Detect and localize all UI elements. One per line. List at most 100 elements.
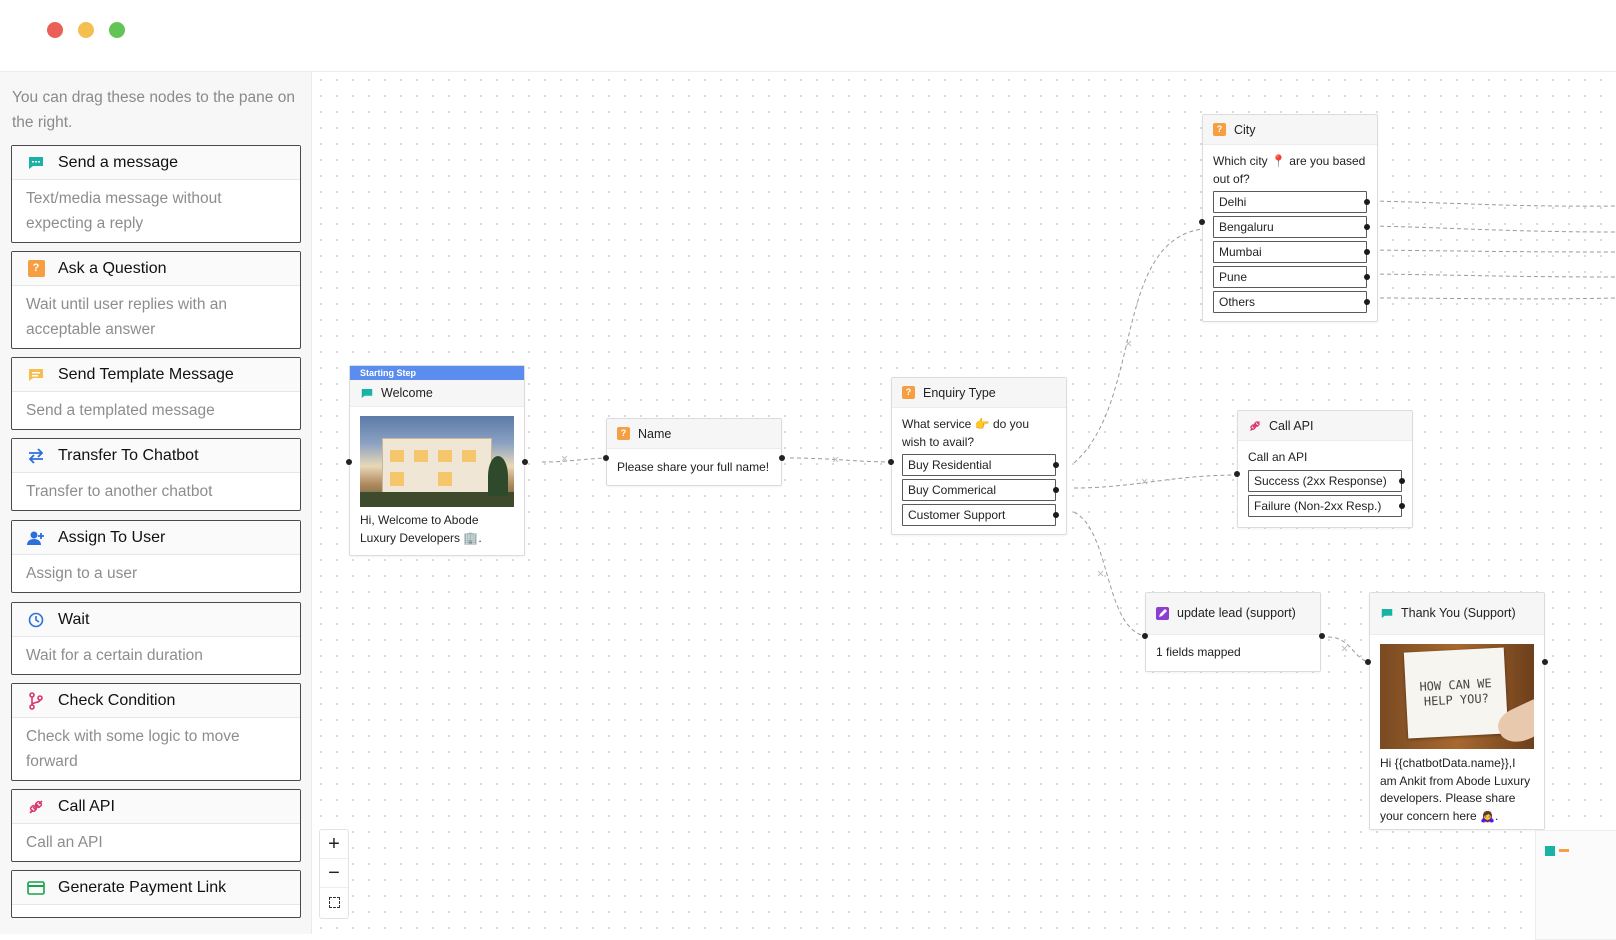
node-welcome[interactable]: Starting Step Welcome Hi, Welcome to Abo… [349, 365, 525, 556]
help-image-text: HOW CAN WE HELP YOU? [1403, 647, 1509, 739]
node-question: Which city 📍 are you based out of? [1213, 154, 1366, 186]
node-title: Enquiry Type [923, 385, 996, 400]
palette-send-message[interactable]: Send a message Text/media message withou… [11, 145, 301, 243]
option-mumbai[interactable]: Mumbai [1213, 241, 1370, 263]
option-handle[interactable] [1053, 462, 1059, 468]
palette-assign-user[interactable]: Assign To User Assign to a user [11, 520, 301, 593]
name-out-handle[interactable] [779, 455, 785, 461]
branch-icon [26, 691, 46, 711]
palette-item-desc: Transfer to another chatbot [26, 483, 213, 500]
palette-check-condition[interactable]: Check Condition Check with some logic to… [11, 683, 301, 781]
node-city[interactable]: ? City Which city 📍 are you based out of?… [1202, 114, 1378, 322]
node-title: Thank You (Support) [1401, 606, 1516, 620]
option-delhi[interactable]: Delhi [1213, 191, 1370, 213]
option-handle[interactable] [1053, 487, 1059, 493]
name-in-handle[interactable] [603, 455, 609, 461]
callapi-in-handle[interactable] [1234, 471, 1240, 477]
thankyou-in-handle[interactable] [1365, 659, 1371, 665]
edge-name-enquiry [789, 457, 898, 463]
edge-commercial-callapi [1073, 474, 1239, 489]
palette-wait[interactable]: Wait Wait for a certain duration [11, 602, 301, 675]
card-icon [26, 878, 46, 898]
enquiry-in-handle[interactable] [888, 459, 894, 465]
palette-item-desc: Wait until user replies with an acceptab… [26, 296, 228, 338]
minimap-node [1559, 849, 1569, 852]
option-handle[interactable] [1364, 274, 1370, 280]
minimap[interactable] [1535, 830, 1616, 940]
palette-item-desc [12, 905, 300, 917]
updatelead-out-handle[interactable] [1319, 633, 1325, 639]
node-enquiry-type[interactable]: ? Enquiry Type What service 👉 do you wish… [891, 377, 1067, 535]
palette-generate-payment-link[interactable]: Generate Payment Link [11, 870, 301, 918]
option-handle[interactable] [1364, 249, 1370, 255]
zoom-in-button[interactable]: + [320, 830, 348, 859]
palette-send-template[interactable]: Send Template Message Send a templated m… [11, 357, 301, 430]
palette-transfer-chatbot[interactable]: Transfer To Chatbot Transfer to another … [11, 438, 301, 511]
option-handle[interactable] [1364, 224, 1370, 230]
node-message: Hi {{chatbotData.name}},I am Ankit from … [1380, 756, 1531, 823]
edit-icon [1156, 607, 1169, 620]
starting-step-badge: Starting Step [350, 366, 524, 380]
close-window-button[interactable] [47, 22, 63, 38]
message-icon [360, 387, 373, 400]
assign-user-icon [26, 528, 46, 548]
option-customer-support[interactable]: Customer Support [902, 504, 1059, 526]
node-palette-sidebar: You can drag these nodes to the pane on … [0, 72, 312, 934]
palette-item-title: Transfer To Chatbot [58, 446, 199, 464]
node-message: 1 fields mapped [1156, 645, 1241, 659]
option-others[interactable]: Others [1213, 291, 1370, 313]
palette-item-desc: Check with some logic to move forward [26, 728, 240, 770]
fit-view-button[interactable] [320, 888, 348, 917]
node-title: Call API [1269, 418, 1314, 433]
edge-support-updatelead [1073, 511, 1153, 638]
node-thank-you[interactable]: Thank You (Support) HOW CAN WE HELP YOU?… [1369, 592, 1545, 830]
question-icon: ? [617, 427, 630, 440]
updatelead-in-handle[interactable] [1142, 633, 1148, 639]
message-icon [26, 153, 46, 173]
option-handle[interactable] [1364, 199, 1370, 205]
zoom-out-button[interactable]: − [320, 859, 348, 888]
option-handle[interactable] [1399, 502, 1405, 509]
palette-item-title: Assign To User [58, 528, 166, 546]
palette-item-title: Ask a Question [58, 259, 167, 277]
palette-hint: You can drag these nodes to the pane on … [12, 89, 295, 131]
plug-icon [1248, 419, 1261, 432]
node-update-lead[interactable]: update lead (support) 1 fields mapped [1145, 592, 1321, 672]
flow-canvas[interactable]: Starting Step Welcome Hi, Welcome to Abo… [313, 72, 1616, 934]
node-message: Hi, Welcome to Abode Luxury Developers 🏢… [360, 513, 482, 545]
option-pune[interactable]: Pune [1213, 266, 1370, 288]
welcome-in-handle[interactable] [346, 459, 352, 465]
node-call-api[interactable]: Call API Call an API Success (2xx Respon… [1237, 410, 1413, 528]
option-bengaluru[interactable]: Bengaluru [1213, 216, 1370, 238]
option-buy-commercial[interactable]: Buy Commerical [902, 479, 1059, 501]
node-name[interactable]: ? Name Please share your full name! [606, 418, 782, 486]
palette-item-title: Wait [58, 610, 90, 628]
palette-item-title: Send a message [58, 153, 179, 171]
palette-item-title: Check Condition [58, 691, 176, 709]
transfer-icon [26, 446, 46, 466]
option-handle[interactable] [1364, 299, 1370, 305]
option-success[interactable]: Success (2xx Response) [1248, 469, 1405, 492]
clock-icon [26, 610, 46, 630]
palette-item-desc: Send a templated message [26, 402, 215, 419]
city-in-handle[interactable] [1199, 219, 1205, 225]
question-icon: ? [902, 386, 915, 399]
edge-delhi [1372, 200, 1616, 207]
option-handle[interactable] [1053, 512, 1059, 518]
option-buy-residential[interactable]: Buy Residential [902, 454, 1059, 476]
node-title: City [1234, 122, 1256, 137]
question-icon: ? [1213, 123, 1226, 136]
palette-item-title: Call API [58, 797, 115, 815]
plug-icon [26, 797, 46, 817]
node-title: update lead (support) [1177, 606, 1296, 620]
palette-call-api[interactable]: Call API Call an API [11, 789, 301, 862]
welcome-out-handle[interactable] [522, 459, 528, 465]
minimap-node [1545, 846, 1555, 856]
thankyou-out-handle[interactable] [1542, 659, 1548, 665]
option-failure[interactable]: Failure (Non-2xx Resp.) [1248, 494, 1405, 517]
palette-ask-question[interactable]: ? Ask a Question Wait until user replies … [11, 251, 301, 349]
maximize-window-button[interactable] [109, 22, 125, 38]
option-handle[interactable] [1399, 477, 1405, 484]
palette-item-desc: Assign to a user [26, 565, 138, 582]
minimize-window-button[interactable] [78, 22, 94, 38]
